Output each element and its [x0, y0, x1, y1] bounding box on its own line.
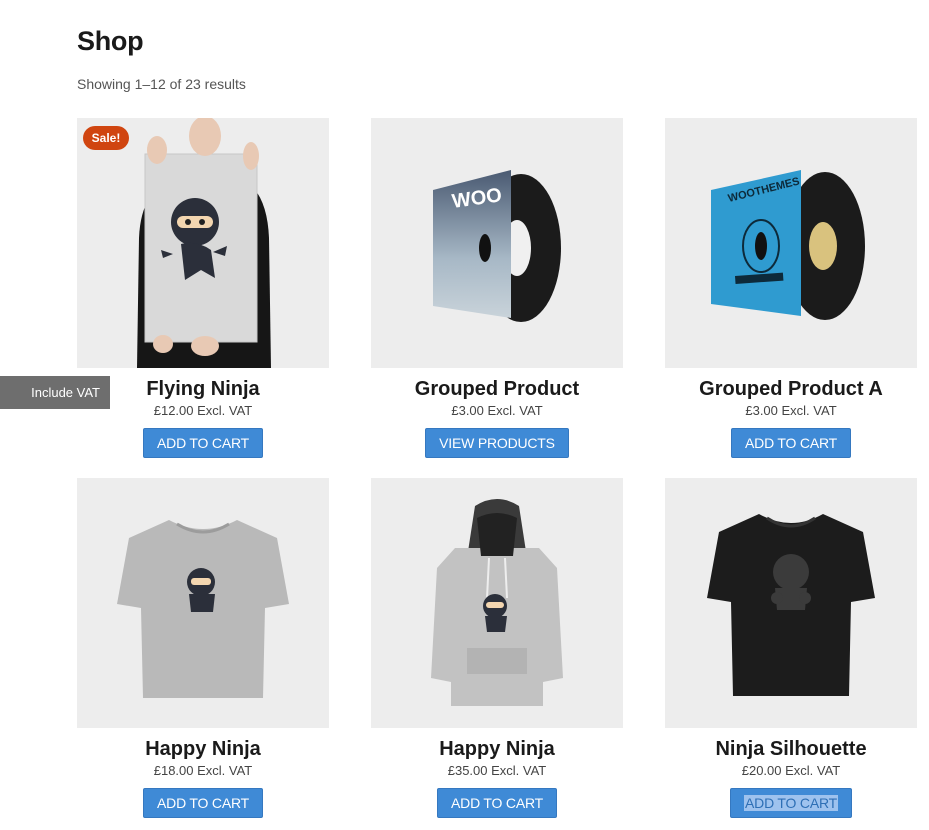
product-title[interactable]: Flying Ninja	[77, 376, 329, 402]
product-price: £3.00 Excl. VAT	[451, 403, 543, 418]
product-title[interactable]: Happy Ninja	[77, 736, 329, 762]
product-card: Ninja Silhouette £20.00 Excl. VAT ADD TO…	[665, 478, 917, 818]
product-card: WOOTHEMES Grouped Product A £3.00 Excl. …	[665, 118, 917, 458]
add-to-cart-button[interactable]: ADD TO CART	[437, 788, 557, 818]
product-price: £18.00 Excl. VAT	[153, 763, 253, 778]
view-products-button[interactable]: VIEW PRODUCTS	[425, 428, 569, 458]
add-to-cart-button[interactable]: ADD TO CART	[731, 428, 851, 458]
product-card: WOO Grouped Product £3.00 Excl. VAT VIEW…	[371, 118, 623, 458]
product-price: £3.00 Excl. VAT	[745, 403, 837, 418]
product-image-black-tshirt[interactable]	[665, 478, 917, 728]
woo-vinyl-album-image: WOO	[371, 118, 623, 368]
product-price: £20.00 Excl. VAT	[741, 763, 841, 778]
ninja-poster-image	[77, 118, 329, 368]
product-image-grey-tshirt[interactable]	[77, 478, 329, 728]
add-to-cart-button[interactable]: ADD TO CART	[143, 788, 263, 818]
product-price: £35.00 Excl. VAT	[447, 763, 547, 778]
add-to-cart-button[interactable]: ADD TO CART	[143, 428, 263, 458]
product-image-grey-hoodie[interactable]	[371, 478, 623, 728]
product-image-woothemes-vinyl[interactable]: WOOTHEMES	[665, 118, 917, 368]
product-title[interactable]: Grouped Product A	[665, 376, 917, 402]
selected-button-label: ADD TO CART	[744, 795, 838, 811]
product-title[interactable]: Ninja Silhouette	[665, 736, 917, 762]
grey-ninja-hoodie-image	[371, 478, 623, 728]
page-title: Shop	[77, 26, 144, 56]
product-image-woo-vinyl[interactable]: WOO	[371, 118, 623, 368]
include-vat-toggle[interactable]: Include VAT	[0, 376, 110, 409]
product-card: Happy Ninja £35.00 Excl. VAT ADD TO CART	[371, 478, 623, 818]
product-card: Sale! Flying Ninja £12.00 Excl. VAT ADD …	[77, 118, 329, 458]
product-image-ninja-poster[interactable]: Sale!	[77, 118, 329, 368]
product-title[interactable]: Happy Ninja	[371, 736, 623, 762]
product-card: Happy Ninja £18.00 Excl. VAT ADD TO CART	[77, 478, 329, 818]
sale-badge: Sale!	[83, 126, 129, 150]
add-to-cart-button[interactable]: ADD TO CART	[730, 788, 852, 818]
woothemes-vinyl-album-image: WOOTHEMES	[665, 118, 917, 368]
product-price: £12.00 Excl. VAT	[153, 403, 253, 418]
result-count: Showing 1–12 of 23 results	[77, 76, 246, 92]
product-title[interactable]: Grouped Product	[371, 376, 623, 402]
black-silhouette-tshirt-image	[665, 478, 917, 728]
grey-ninja-tshirt-image	[77, 478, 329, 728]
